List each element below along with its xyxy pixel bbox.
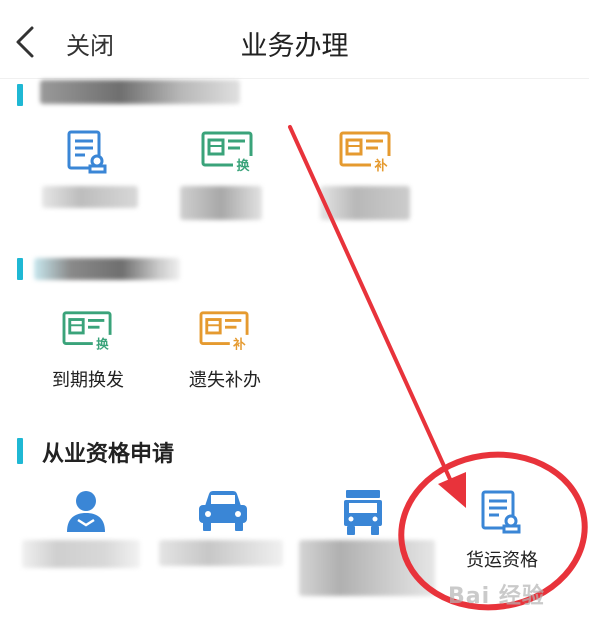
- freight-certificate-icon: [481, 490, 521, 534]
- certificate-icon: [67, 130, 107, 174]
- svg-text:补: 补: [373, 158, 387, 174]
- section-blurred-1: 换 补: [0, 78, 589, 228]
- qualification-tile[interactable]: [159, 488, 285, 608]
- person-icon: [67, 491, 105, 532]
- qualification-tile[interactable]: [22, 488, 148, 608]
- blurred-section-title: [40, 80, 240, 104]
- section-blurred-2: 换 到期换发 补 遗失补办: [0, 252, 589, 402]
- car-icon: [199, 491, 247, 531]
- top-bar: 关闭 业务办理: [0, 0, 589, 79]
- qualification-tile[interactable]: [299, 488, 435, 608]
- section-title: 从业资格申请: [42, 442, 175, 467]
- card-renew-icon: 换: [62, 311, 112, 351]
- reissue-label: 遗失补办: [189, 370, 261, 391]
- truck-icon: [344, 490, 382, 535]
- card-reissue-icon: 补: [199, 311, 249, 351]
- svg-text:换: 换: [96, 336, 109, 351]
- blurred-label: [320, 186, 410, 220]
- card-renew-icon: 换: [201, 131, 253, 174]
- card-reissue-icon: 补: [339, 131, 391, 174]
- blurred-label: [159, 540, 283, 566]
- blurred-label: [22, 540, 140, 568]
- blurred-label: [180, 186, 262, 220]
- blurred-label: [42, 186, 138, 208]
- section-bar: [17, 258, 23, 280]
- renew-tile[interactable]: 换 到期换发: [28, 308, 148, 391]
- blurred-section-title: [34, 258, 180, 280]
- service-tile[interactable]: 补: [310, 128, 430, 268]
- watermark: Bai 经验: [448, 584, 545, 609]
- page-title: 业务办理: [240, 31, 349, 62]
- svg-text:补: 补: [232, 336, 246, 351]
- service-tile[interactable]: 换: [168, 128, 288, 268]
- blurred-label: [299, 540, 435, 596]
- freight-qualification-label: 货运资格: [466, 550, 538, 571]
- reissue-tile[interactable]: 补 遗失补办: [165, 308, 285, 391]
- service-tile[interactable]: [28, 128, 148, 268]
- section-bar: [17, 84, 23, 106]
- renew-label: 到期换发: [52, 370, 124, 391]
- section-bar: [17, 438, 23, 464]
- svg-text:换: 换: [236, 158, 250, 174]
